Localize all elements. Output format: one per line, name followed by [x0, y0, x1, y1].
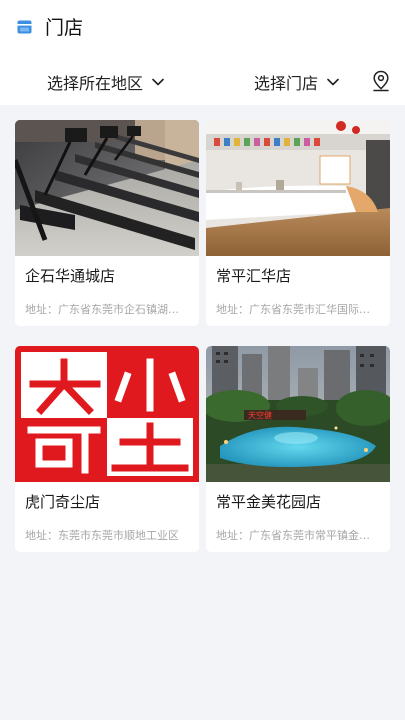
store-name: 常平汇华店 [216, 267, 292, 285]
store-address: 地址：广东省东莞市企石镇湖… [25, 303, 179, 316]
filter-row: 选择所在地区 选择门店 [0, 58, 405, 104]
store-icon [17, 20, 32, 34]
store-name: 常平金美花园店 [216, 493, 322, 511]
store-address: 地址：广东省东莞市常平镇金… [216, 529, 370, 542]
title-row: 门店 [0, 0, 405, 56]
residential-pool-photo: 天空健 [206, 346, 390, 482]
store-name: 企石华通城店 [25, 267, 116, 285]
red-seal-logo [15, 346, 199, 482]
store-card[interactable]: 天空健 常平金美花园店 地址：广东省东莞市常平镇金… [206, 346, 390, 552]
region-select-label: 选择所在地区 [47, 74, 144, 93]
chevron-down-icon [152, 78, 164, 86]
svg-text:天空健: 天空健 [248, 410, 272, 420]
store-card[interactable]: 常平汇华店 地址：广东省东莞市汇华国际… [206, 120, 390, 326]
store-card[interactable]: 虎门奇尘店 地址：东莞市东莞市顺地工业区 [15, 346, 199, 552]
store-select[interactable]: 选择门店 [254, 70, 339, 94]
region-select[interactable]: 选择所在地区 [47, 70, 164, 94]
store-address: 地址：东莞市东莞市顺地工业区 [25, 529, 179, 542]
gym-reception-photo [206, 120, 390, 256]
store-address: 地址：广东省东莞市汇华国际… [216, 303, 370, 316]
store-select-label: 选择门店 [254, 74, 319, 93]
page-title: 门店 [45, 17, 84, 39]
top-bar: 门店 选择所在地区 选择门店 [0, 0, 405, 105]
store-card[interactable]: 企石华通城店 地址：广东省东莞市企石镇湖… [15, 120, 199, 326]
gym-treadmills-photo [15, 120, 199, 256]
store-name: 虎门奇尘店 [25, 493, 101, 511]
chevron-down-icon [327, 78, 339, 86]
location-pin-icon[interactable] [372, 70, 390, 92]
